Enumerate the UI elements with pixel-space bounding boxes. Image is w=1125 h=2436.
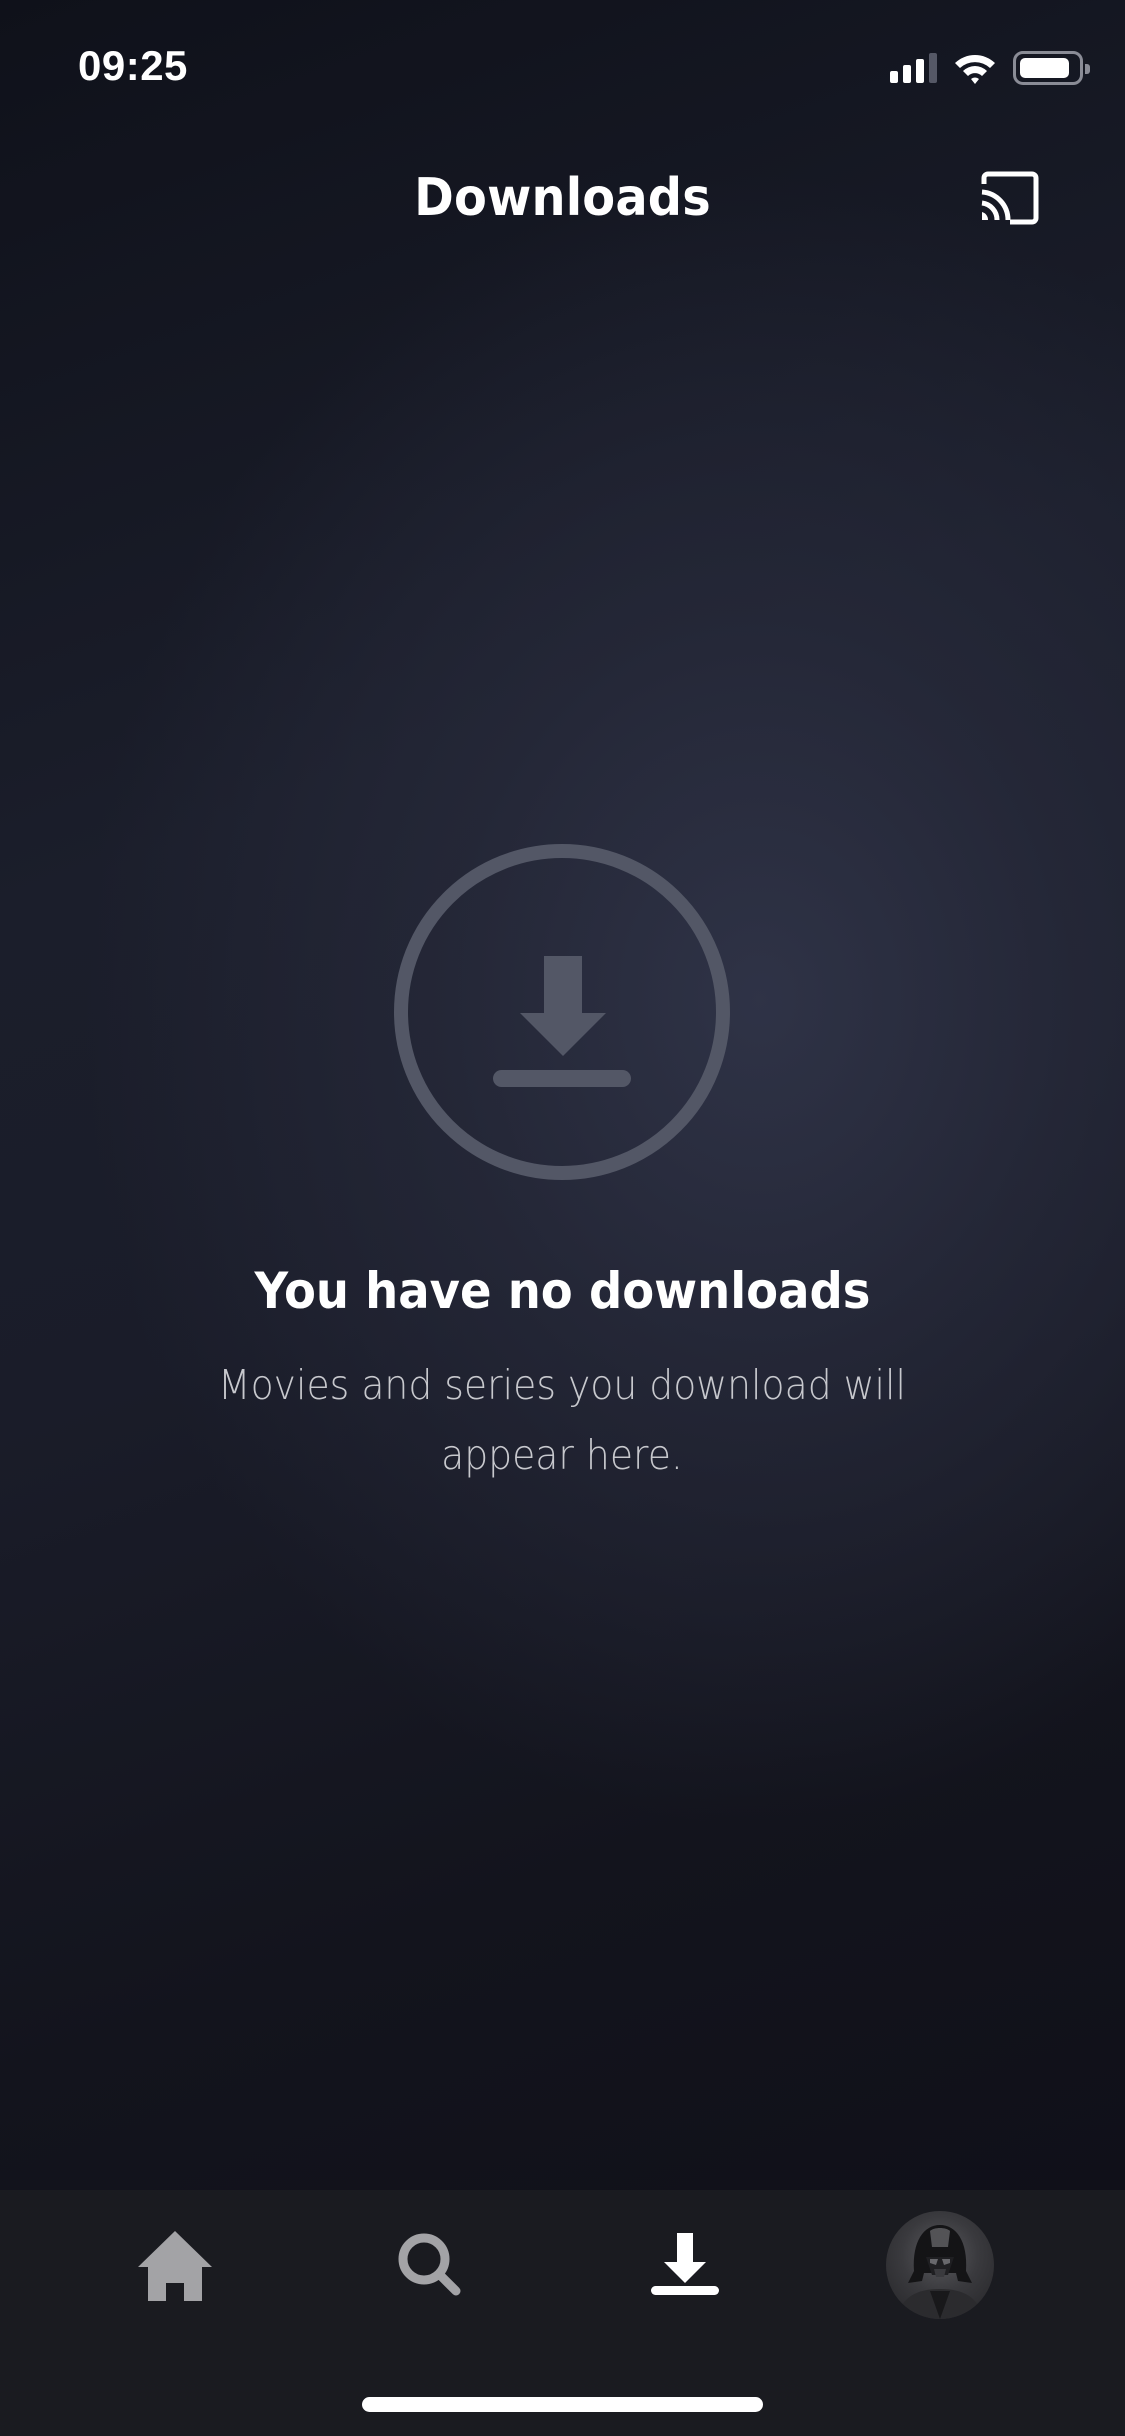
cast-button[interactable] xyxy=(978,170,1042,226)
home-indicator[interactable] xyxy=(362,2397,763,2412)
download-circle-icon xyxy=(394,844,730,1180)
avatar xyxy=(886,2211,994,2319)
status-icons xyxy=(890,48,1090,88)
header: Downloads xyxy=(0,150,1125,250)
downloads-screen: 09:25 Downloads You have no downloads Mo… xyxy=(0,0,1125,2190)
empty-state-description: Movies and series you download will appe… xyxy=(218,1361,906,1479)
download-icon xyxy=(651,2233,719,2295)
tab-profile[interactable] xyxy=(840,2190,1040,2340)
empty-state-title: You have no downloads xyxy=(254,1262,871,1320)
search-icon xyxy=(398,2233,461,2296)
tab-search[interactable] xyxy=(330,2190,530,2340)
page-title: Downloads xyxy=(414,168,711,228)
home-icon xyxy=(138,2231,212,2301)
tab-home[interactable] xyxy=(75,2190,275,2340)
avatar-image xyxy=(896,2225,984,2319)
wifi-icon xyxy=(955,55,995,84)
battery-icon xyxy=(1013,51,1090,85)
cast-icon xyxy=(981,171,1039,225)
status-bar: 09:25 xyxy=(0,0,1125,130)
tab-downloads[interactable] xyxy=(585,2190,785,2340)
status-time: 09:25 xyxy=(78,42,188,89)
cellular-signal-icon xyxy=(890,53,937,83)
